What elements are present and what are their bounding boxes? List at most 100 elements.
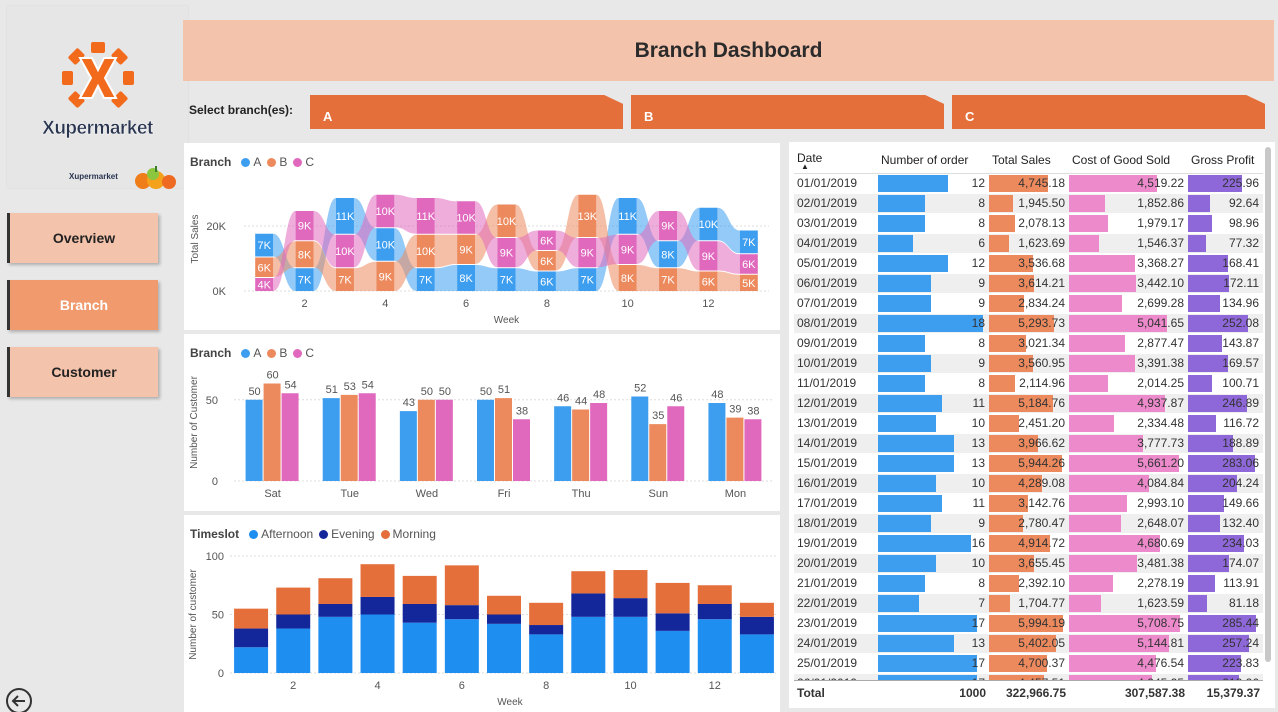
cell-value: 2,834.24 [1018,296,1065,310]
cell-value: 4,700.37 [1018,656,1065,670]
table-row[interactable]: 18/01/2019 9 2,780.47 2,648.07 132.40 [794,513,1263,534]
table-row[interactable]: 23/01/2019 17 5,994.19 5,708.75 285.44 [794,613,1263,634]
ribbon-a [475,265,498,291]
cell-date: 12/01/2019 [794,393,878,414]
ribbon-chart-svg: 0K 20K Total Sales Week 7K 7K 11K 10K 7K 8K 7K 6K 7K… [190,194,769,326]
data-label: 7K [298,275,312,287]
cell-cogs: 3,481.38 [1069,553,1188,574]
table-row[interactable]: 22/01/2019 7 1,704.77 1,623.59 81.18 [794,593,1263,614]
data-label: 53 [344,381,356,393]
cell-orders: 17 [878,653,989,674]
x-tick-label: 2 [290,680,296,692]
cell-value: 10 [971,416,985,430]
data-label: 10K [376,240,396,252]
nav-customer-button[interactable]: Customer [7,347,158,397]
table-row[interactable]: 12/01/2019 11 5,184.76 4,937.87 246.89 [794,393,1263,414]
table-row[interactable]: 04/01/2019 6 1,623.69 1,546.37 77.32 [794,233,1263,254]
cell-orders: 8 [878,193,989,214]
slicer-branch-b[interactable]: B [631,95,944,129]
nav-overview-button[interactable]: Overview [7,213,158,263]
table-row[interactable]: 01/01/2019 12 4,745.18 4,519.22 225.96 [794,173,1263,194]
legend-title: Timeslot [190,527,240,541]
cell-cogs: 1,979.17 [1069,213,1188,234]
cell-total-sales: 5,293.73 [989,313,1069,334]
legend-label-b: B [279,155,288,169]
back-arrow-icon[interactable] [4,687,34,712]
column-header-orders[interactable]: Number of order [878,147,989,174]
cell-orders: 16 [878,533,989,554]
cell-total-sales: 2,780.47 [989,513,1069,534]
logo-panel: Xupermarket Xupermarket [7,6,188,189]
legend-dot-evening [319,529,329,539]
table-scroll-area[interactable]: Date ▲ Number of order Total Sales Cost o… [789,142,1264,682]
table-row[interactable]: 24/01/2019 13 5,402.05 5,144.81 257.24 [794,633,1263,654]
table-row[interactable]: 19/01/2019 16 4,914.72 4,680.69 234.03 [794,533,1263,554]
cell-total-sales: 4,745.18 [989,173,1069,194]
data-label: 6K [257,262,271,274]
cell-cogs: 2,993.10 [1069,493,1188,514]
slicer-branch-c[interactable]: C [952,95,1265,129]
cell-value: 4,680.69 [1137,536,1184,550]
table-row[interactable]: 03/01/2019 8 2,078.13 1,979.17 98.96 [794,213,1263,234]
table-row[interactable]: 13/01/2019 10 2,451.20 2,334.48 116.72 [794,413,1263,434]
cell-value: 77.32 [1228,236,1259,250]
table-scrollbar[interactable] [1265,147,1271,662]
cell-value: 12 [971,256,985,270]
cell-date: 03/01/2019 [794,213,878,234]
cell-gross-profit: 234.03 [1188,533,1263,554]
legend-dot-b [267,157,277,167]
ribbon-c [434,198,458,234]
column-header-gross-profit[interactable]: Gross Profit [1188,147,1263,174]
table-row[interactable]: 07/01/2019 9 2,834.24 2,699.28 134.96 [794,293,1263,314]
legend-label-c: C [305,155,315,169]
data-label: 48 [711,389,723,401]
table-row[interactable]: 02/01/2019 8 1,945.50 1,852.86 92.64 [794,193,1263,214]
table-row[interactable]: 25/01/2019 17 4,700.37 4,476.54 223.83 [794,653,1263,674]
column-header-cogs[interactable]: Cost of Good Sold [1069,147,1188,174]
data-label: 9K [621,244,635,256]
cell-value: 2,014.25 [1137,376,1184,390]
cell-date: 24/01/2019 [794,633,878,654]
table-row[interactable]: 21/01/2019 8 2,392.10 2,278.19 113.91 [794,573,1263,594]
table-row[interactable]: 16/01/2019 10 4,289.08 4,084.84 204.24 [794,473,1263,494]
nav-branch-button[interactable]: Branch [7,280,158,330]
cell-value: 100.71 [1222,376,1259,390]
y-tick-label: 0 [212,476,218,488]
table-row[interactable]: 05/01/2019 12 3,536.68 3,368.27 168.41 [794,253,1263,274]
cell-value: 2,278.19 [1137,576,1184,590]
bar-evening [739,616,774,635]
cell-cogs: 4,519.22 [1069,173,1188,194]
bar-evening [360,596,395,615]
table-row[interactable]: 20/01/2019 10 3,655.45 3,481.38 174.07 [794,553,1263,574]
cell-value: 9 [978,276,985,290]
cell-date: 16/01/2019 [794,473,878,494]
cell-value: 234.03 [1222,536,1259,550]
column-header-total-sales[interactable]: Total Sales [989,147,1069,174]
slicer-branch-a[interactable]: A [310,95,623,129]
table-row[interactable]: 09/01/2019 8 3,021.34 2,877.47 143.87 [794,333,1263,354]
data-label: 11K [416,211,435,223]
x-tick-label: 12 [709,680,721,692]
table-row[interactable]: 06/01/2019 9 3,614.21 3,442.10 172.11 [794,273,1263,294]
bar-b [417,399,435,481]
table-row[interactable]: 15/01/2019 13 5,944.26 5,661.20 283.06 [794,453,1263,474]
cell-orders: 8 [878,213,989,234]
cell-value: 132.40 [1222,516,1259,530]
table-row[interactable]: 17/01/2019 11 3,142.76 2,993.10 149.66 [794,493,1263,514]
table-row[interactable]: 10/01/2019 9 3,560.95 3,391.38 169.57 [794,353,1263,374]
cell-total-sales: 1,945.50 [989,193,1069,214]
cell-orders: 10 [878,553,989,574]
table-row[interactable]: 11/01/2019 8 2,114.96 2,014.25 100.71 [794,373,1263,394]
cell-value: 3,777.73 [1137,436,1184,450]
cell-gross-profit: 174.07 [1188,553,1263,574]
column-header-date[interactable]: Date ▲ [794,147,878,174]
cell-total-sales: 5,944.26 [989,453,1069,474]
cell-total-sales: 3,966.62 [989,433,1069,454]
table-row[interactable]: 08/01/2019 18 5,293.73 5,041.65 252.08 [794,313,1263,334]
table-row[interactable]: 14/01/2019 13 3,966.62 3,777.73 188.89 [794,433,1263,454]
cell-orders: 10 [878,473,989,494]
y-axis-title: Total Sales [190,215,201,264]
cell-date: 11/01/2019 [794,373,878,394]
cell-value: 2,877.47 [1137,336,1184,350]
data-label: 46 [670,392,682,404]
